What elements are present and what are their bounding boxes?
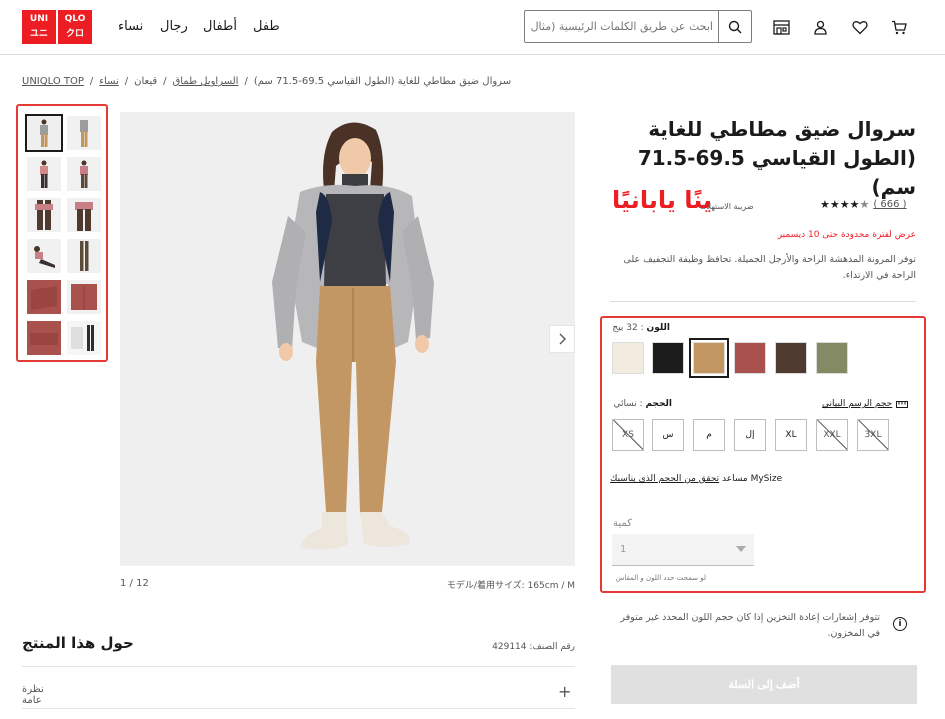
breadcrumb-separator: /: [124, 76, 129, 87]
overview-accordion[interactable]: نظرة عامة +: [22, 682, 575, 708]
quantity-label: كمية: [613, 518, 632, 529]
review-count-link[interactable]: ( 666 ): [873, 199, 906, 210]
color-value: : 32 بيج: [612, 323, 644, 333]
nav-baby[interactable]: طفل: [253, 19, 280, 34]
size-option-l[interactable]: إل: [734, 419, 766, 451]
thumbnail-3[interactable]: [27, 157, 61, 191]
color-label: اللون : 32 بيج: [612, 323, 670, 333]
store-icon[interactable]: [771, 17, 791, 37]
product-main-image[interactable]: [120, 112, 575, 566]
promo-text: عرض لفترة محدودة حتى 10 ديسمبر: [777, 230, 916, 240]
breadcrumb-current: سروال ضيق مطاطي للغاية (الطول القياسي 69…: [253, 76, 512, 87]
search-box: [524, 10, 752, 43]
breadcrumb: UNIQLO TOP / نساء / قيعان / السراويل طما…: [22, 76, 511, 87]
site-header: UNI ユニ QLO クロ نساء رجال أطفال طفل: [0, 0, 945, 55]
mysize-assistant: MySize مساعد تحقق من الحجم الذي يناسبك: [610, 474, 795, 484]
next-image-button[interactable]: [549, 325, 575, 353]
nav-kids[interactable]: أطفال: [203, 19, 237, 34]
model-photo: [120, 112, 575, 566]
quantity-note: لو سمحت حدد اللون و المقاس: [615, 574, 706, 582]
nav-men[interactable]: رجال: [160, 19, 188, 34]
overview-label: نظرة عامة: [22, 684, 44, 706]
size-option-xxl[interactable]: XXL: [816, 419, 848, 451]
ruler-icon: [896, 400, 909, 408]
breadcrumb-women[interactable]: نساء: [99, 76, 118, 87]
thumbnail-10[interactable]: [67, 280, 101, 314]
info-icon[interactable]: i: [893, 617, 907, 631]
size-chart-link[interactable]: حجم الرسم البياني: [822, 399, 909, 409]
user-icon[interactable]: [810, 17, 830, 37]
color-swatch-black[interactable]: [652, 342, 684, 374]
breadcrumb-leggings[interactable]: السراويل طماق: [173, 76, 239, 87]
thumbnail-11[interactable]: [27, 321, 61, 355]
about-product-heading: حول هذا المنتج: [22, 634, 134, 652]
divider: [22, 708, 575, 709]
breadcrumb-bottoms[interactable]: قيعان: [134, 76, 157, 87]
logo-block-left: UNI ユニ: [22, 10, 56, 44]
thumbnail-12[interactable]: [67, 321, 101, 355]
color-swatch-olive[interactable]: [816, 342, 848, 374]
color-swatch-brown[interactable]: [775, 342, 807, 374]
size-label: الحجم : نسائي: [613, 399, 672, 409]
chevron-down-icon: [736, 546, 746, 552]
search-button[interactable]: [718, 11, 751, 42]
thumbnail-4[interactable]: [67, 157, 101, 191]
item-number: رقم الصنف: 429114: [492, 642, 575, 652]
add-to-cart-button[interactable]: أضف إلى السلة: [611, 665, 917, 704]
star-rating-icon: ★★★★★: [820, 198, 870, 211]
thumbnail-9[interactable]: [27, 280, 61, 314]
quantity-select[interactable]: 1: [612, 534, 754, 566]
chevron-right-icon: [559, 333, 566, 345]
thumbnail-2[interactable]: [67, 116, 101, 150]
thumbnail-gallery: [16, 104, 108, 362]
thumbnail-6[interactable]: [67, 198, 101, 232]
search-input[interactable]: [527, 13, 717, 40]
restock-notice: تتوفر إشعارات إعادة التخزين إذا كان حجم …: [620, 612, 880, 639]
product-description: توفر المرونة المدهشة الراحة والأرجل الجم…: [623, 254, 916, 281]
color-swatch-offwhite[interactable]: [612, 342, 644, 374]
breadcrumb-home[interactable]: UNIQLO TOP: [22, 76, 84, 87]
divider: [22, 666, 575, 667]
size-option-xs[interactable]: XS: [612, 419, 644, 451]
product-price: ينًا يابانيًا: [612, 186, 713, 214]
quantity-value: 1: [620, 544, 627, 555]
tax-note: ضريبة الاستهلاك: [700, 202, 754, 211]
color-swatch-beige[interactable]: [689, 338, 729, 378]
color-swatch-red[interactable]: [734, 342, 766, 374]
search-icon: [728, 20, 742, 33]
image-counter: 1 / 12: [120, 578, 149, 589]
size-option-s[interactable]: س: [652, 419, 684, 451]
thumbnail-1[interactable]: [25, 114, 63, 152]
divider: [610, 301, 916, 302]
size-option-m[interactable]: م: [693, 419, 725, 451]
mysize-label: MySize مساعد: [722, 474, 783, 484]
thumbnail-8[interactable]: [67, 239, 101, 273]
uniqlo-logo[interactable]: UNI ユニ QLO クロ: [22, 10, 92, 44]
thumbnail-7[interactable]: [27, 239, 61, 273]
breadcrumb-separator: /: [89, 76, 94, 87]
model-size-info: モデル/着用サイズ: 165cm / M: [446, 581, 575, 591]
logo-block-right: QLO クロ: [58, 10, 92, 44]
rating: ★★★★★ ( 666 ): [820, 198, 907, 211]
nav-women[interactable]: نساء: [118, 19, 143, 34]
size-option-3xl[interactable]: 3XL: [857, 419, 889, 451]
breadcrumb-separator: /: [244, 76, 248, 87]
size-value: : نسائي: [613, 399, 643, 409]
size-chart-label: حجم الرسم البياني: [822, 399, 893, 409]
cart-icon[interactable]: [889, 17, 909, 37]
size-option-xl[interactable]: XL: [775, 419, 807, 451]
breadcrumb-separator: /: [163, 76, 167, 87]
heart-icon[interactable]: [850, 17, 870, 37]
thumbnail-5[interactable]: [27, 198, 61, 232]
mysize-link[interactable]: تحقق من الحجم الذي يناسبك: [610, 474, 719, 484]
plus-icon: +: [558, 682, 572, 701]
